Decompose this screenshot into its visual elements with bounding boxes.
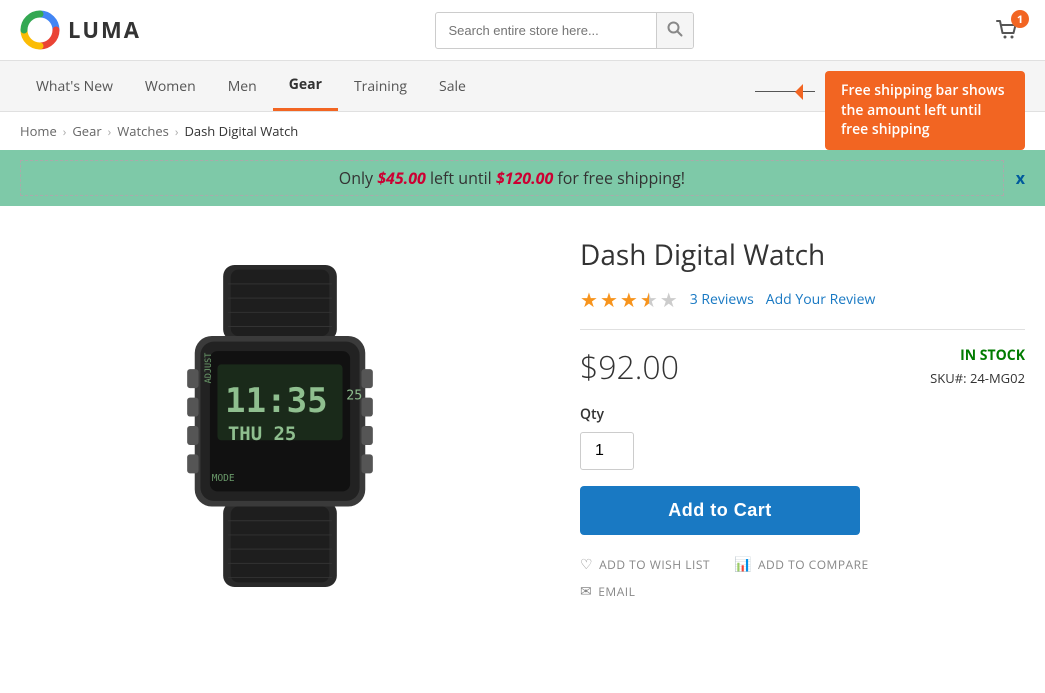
sku-row: SKU#: 24-MG02	[930, 369, 1025, 387]
shipping-bar: Only $45.00 left until $120.00 for free …	[0, 150, 1045, 206]
add-to-cart-button[interactable]: Add to Cart	[580, 486, 860, 535]
star-5: ★	[660, 286, 678, 313]
rating-row: ★ ★ ★ ★ ★ 3 Reviews Add Your Review	[580, 286, 1025, 313]
add-review-link[interactable]: Add Your Review	[766, 290, 876, 309]
price-stock-row: $92.00 IN STOCK SKU#: 24-MG02	[580, 346, 1025, 389]
breadcrumb-gear[interactable]: Gear	[72, 122, 101, 140]
breadcrumb-watches[interactable]: Watches	[117, 122, 169, 140]
search-button[interactable]	[656, 13, 693, 48]
product-area: 11:35 25 THU 25 MODE ADJUST	[0, 206, 1045, 646]
nav-sale[interactable]: Sale	[423, 63, 482, 110]
nav-whats-new[interactable]: What's New	[20, 63, 129, 110]
email-link[interactable]: ✉ EMAIL	[580, 582, 635, 601]
product-image: 11:35 25 THU 25 MODE ADJUST	[110, 246, 450, 606]
wishlist-link[interactable]: ♡ ADD TO WISH LIST	[580, 555, 710, 574]
shipping-threshold: $120.00	[496, 167, 553, 189]
nav-men[interactable]: Men	[212, 63, 273, 110]
svg-text:MODE: MODE	[212, 473, 235, 484]
action-links: ♡ ADD TO WISH LIST 📊 ADD TO COMPARE ✉ EM…	[580, 555, 1025, 601]
product-image-area: 11:35 25 THU 25 MODE ADJUST	[20, 226, 540, 626]
shipping-amount-left: $45.00	[377, 167, 426, 189]
wishlist-label: ADD TO WISH LIST	[599, 556, 710, 573]
tooltip-wrap: Free shipping bar shows the amount left …	[825, 71, 1025, 150]
search-area	[435, 12, 694, 49]
compare-link[interactable]: 📊 ADD TO COMPARE	[734, 555, 869, 574]
compare-label: ADD TO COMPARE	[758, 556, 869, 573]
search-input[interactable]	[436, 15, 656, 46]
reviews-link[interactable]: 3 Reviews	[690, 290, 754, 309]
svg-text:25: 25	[346, 388, 362, 403]
main-nav: What's New Women Men Gear Training Sale …	[0, 61, 1045, 112]
stock-status: IN STOCK	[930, 346, 1025, 365]
product-details: Dash Digital Watch ★ ★ ★ ★ ★ 3 Reviews A…	[580, 226, 1025, 626]
shipping-bar-text: Only $45.00 left until $120.00 for free …	[20, 160, 1004, 196]
tooltip-arrow	[795, 84, 803, 100]
breadcrumb-sep-1: ›	[63, 123, 67, 140]
nav-women[interactable]: Women	[129, 63, 212, 110]
sku-value: 24-MG02	[970, 369, 1025, 387]
heart-icon: ♡	[580, 555, 593, 574]
search-icon	[667, 21, 683, 37]
logo-area[interactable]: LUMA	[20, 10, 141, 50]
star-4: ★	[640, 286, 658, 313]
breadcrumb-home[interactable]: Home	[20, 122, 57, 140]
tooltip-box: Free shipping bar shows the amount left …	[825, 71, 1025, 150]
logo-text: LUMA	[68, 15, 141, 45]
svg-text:ADJUST: ADJUST	[204, 353, 214, 384]
price-divider	[580, 329, 1025, 330]
cart-button[interactable]: 1	[989, 14, 1025, 46]
email-icon: ✉	[580, 582, 592, 601]
stock-sku-area: IN STOCK SKU#: 24-MG02	[930, 346, 1025, 387]
breadcrumb-current: Dash Digital Watch	[184, 122, 298, 140]
star-2: ★	[600, 286, 618, 313]
sku-label: SKU#:	[930, 369, 966, 387]
qty-input[interactable]	[580, 432, 634, 470]
shipping-close-button[interactable]: x	[1016, 167, 1025, 189]
star-1: ★	[580, 286, 598, 313]
shipping-suffix: for free shipping!	[553, 167, 685, 189]
email-label: EMAIL	[598, 583, 635, 600]
shipping-mid: left until	[426, 167, 496, 189]
tooltip-stem	[755, 91, 815, 92]
luma-logo-icon	[20, 10, 60, 50]
svg-text:THU 25: THU 25	[228, 423, 296, 445]
breadcrumb-sep-3: ›	[175, 123, 179, 140]
star-3: ★	[620, 286, 638, 313]
qty-label: Qty	[580, 405, 1025, 424]
compare-icon: 📊	[734, 555, 752, 574]
svg-text:11:35: 11:35	[225, 381, 328, 421]
action-row-2: ✉ EMAIL	[580, 582, 1025, 601]
nav-training[interactable]: Training	[338, 63, 423, 110]
tooltip-text: Free shipping bar shows the amount left …	[841, 81, 1005, 139]
star-rating: ★ ★ ★ ★ ★	[580, 286, 678, 313]
cart-badge: 1	[1011, 10, 1029, 28]
shipping-prefix: Only	[339, 167, 377, 189]
product-price: $92.00	[580, 346, 679, 389]
header: LUMA 1	[0, 0, 1045, 61]
nav-gear[interactable]: Gear	[273, 61, 338, 111]
product-title: Dash Digital Watch	[580, 236, 1025, 274]
breadcrumb-sep-2: ›	[108, 123, 112, 140]
action-row-1: ♡ ADD TO WISH LIST 📊 ADD TO COMPARE	[580, 555, 1025, 574]
